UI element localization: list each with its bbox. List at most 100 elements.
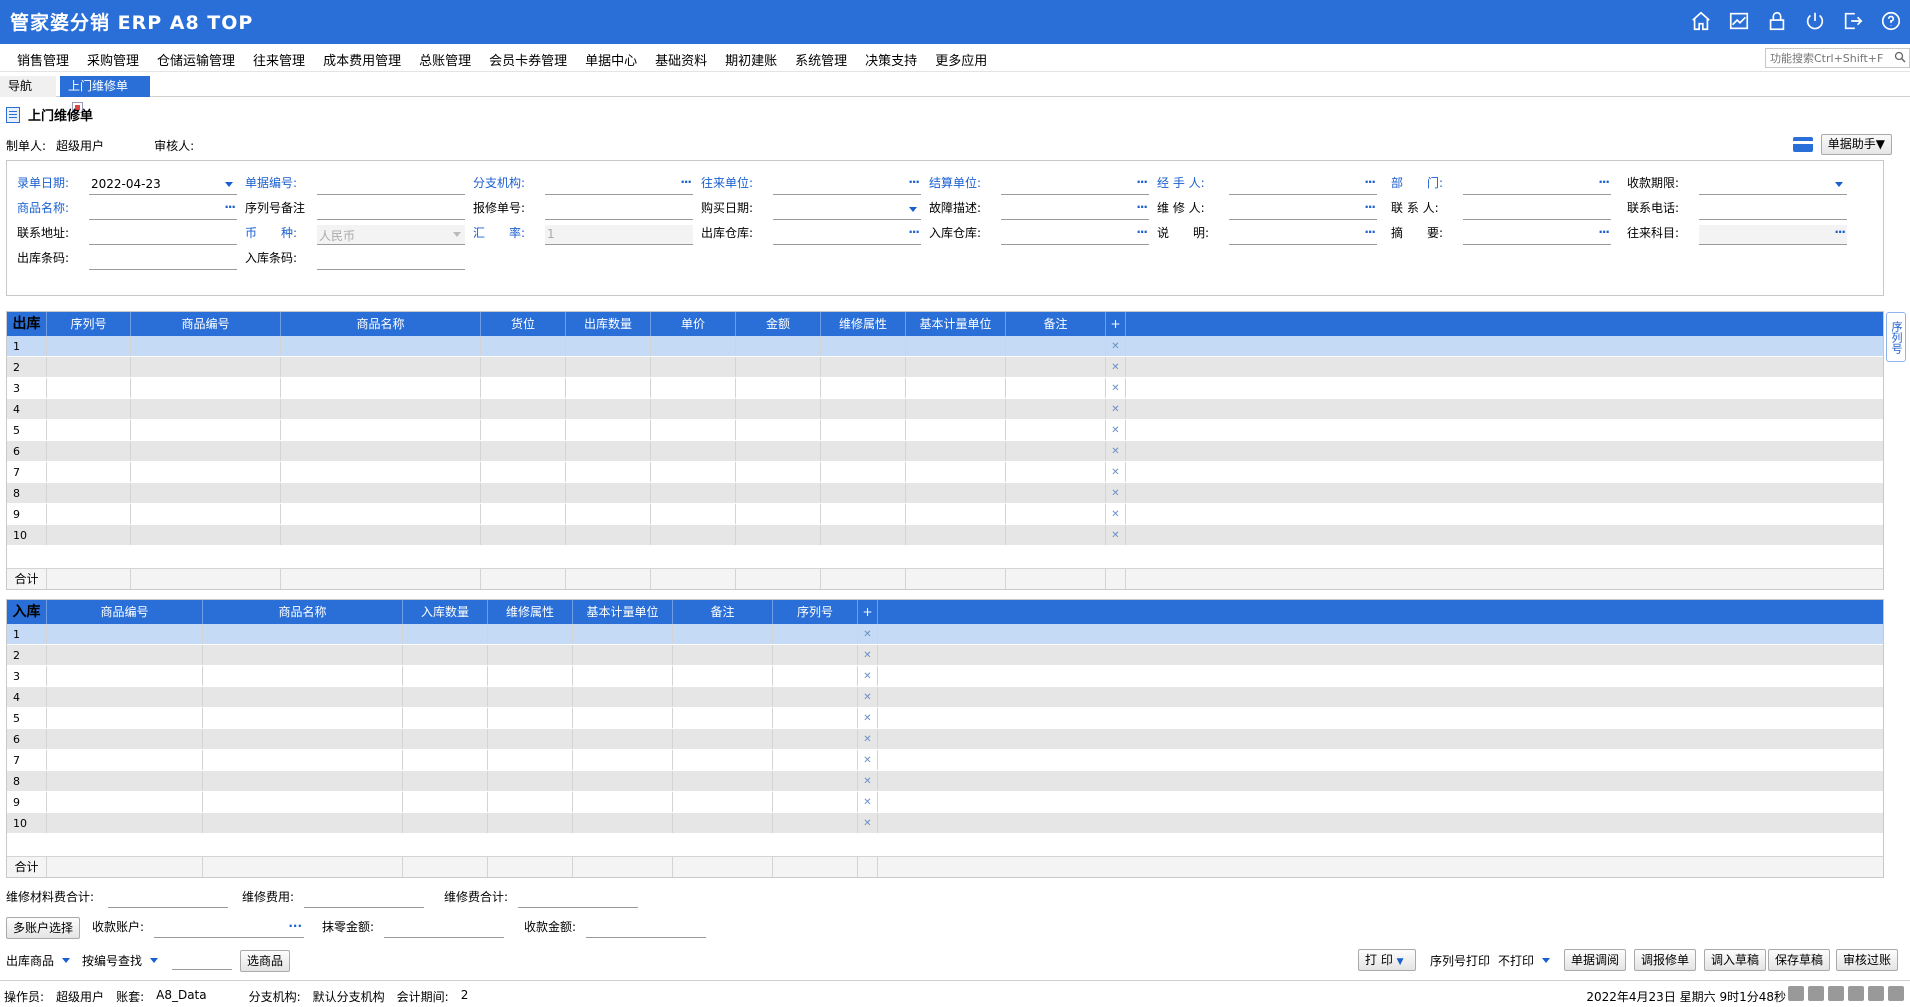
serial-print-dropdown[interactable]: 序列号打印 不打印 bbox=[1430, 952, 1551, 969]
delete-row-icon[interactable]: ✕ bbox=[858, 771, 878, 791]
table-cell[interactable] bbox=[566, 504, 651, 524]
table-row[interactable]: 7 ✕ bbox=[7, 750, 1883, 771]
field-input[interactable]: 2022-04-23 bbox=[89, 175, 237, 195]
select-goods-button[interactable]: 选商品 bbox=[240, 950, 291, 972]
table-cell[interactable] bbox=[906, 399, 1006, 419]
table-cell[interactable] bbox=[481, 525, 566, 545]
table-cell[interactable] bbox=[203, 792, 403, 812]
table-cell[interactable] bbox=[488, 687, 573, 707]
table-cell[interactable] bbox=[821, 399, 906, 419]
notes-icon[interactable] bbox=[1808, 986, 1824, 1001]
table-cell[interactable] bbox=[773, 729, 858, 749]
table-cell[interactable] bbox=[488, 708, 573, 728]
table-cell[interactable] bbox=[1006, 399, 1106, 419]
table-cell[interactable] bbox=[488, 666, 573, 686]
table-cell[interactable] bbox=[47, 708, 203, 728]
column-header[interactable]: 序列号 bbox=[773, 600, 858, 624]
table-cell[interactable] bbox=[673, 771, 773, 791]
chevron-down-icon[interactable] bbox=[225, 182, 233, 187]
table-cell[interactable] bbox=[203, 813, 403, 833]
table-cell[interactable] bbox=[488, 750, 573, 770]
table-row[interactable]: 9 ✕ bbox=[7, 792, 1883, 813]
table-cell[interactable] bbox=[47, 792, 203, 812]
table-cell[interactable] bbox=[651, 462, 736, 482]
table-cell[interactable] bbox=[481, 462, 566, 482]
table-cell[interactable] bbox=[488, 771, 573, 791]
material-total-input[interactable] bbox=[108, 890, 229, 908]
table-cell[interactable] bbox=[1006, 420, 1106, 440]
table-cell[interactable] bbox=[481, 441, 566, 461]
menu-item[interactable]: 往来管理 bbox=[244, 50, 314, 69]
table-cell[interactable] bbox=[673, 813, 773, 833]
column-header[interactable]: 序列号 bbox=[47, 312, 131, 336]
tab-repair-order[interactable]: 上门维修单 bbox=[60, 76, 150, 113]
table-cell[interactable] bbox=[47, 687, 203, 707]
lookup-icon[interactable]: ··· bbox=[1364, 200, 1376, 214]
table-cell[interactable] bbox=[488, 645, 573, 665]
table-cell[interactable] bbox=[203, 687, 403, 707]
table-cell[interactable] bbox=[651, 504, 736, 524]
table-cell[interactable] bbox=[906, 357, 1006, 377]
table-cell[interactable] bbox=[131, 378, 281, 398]
table-cell[interactable] bbox=[906, 336, 1006, 356]
field-input[interactable]: ··· bbox=[1001, 225, 1149, 245]
calendar-icon[interactable] bbox=[1828, 986, 1844, 1001]
repair-fee-input[interactable] bbox=[304, 890, 425, 908]
chevron-down-icon[interactable] bbox=[909, 207, 917, 212]
table-cell[interactable] bbox=[773, 624, 858, 644]
table-cell[interactable] bbox=[773, 750, 858, 770]
card-icon[interactable] bbox=[1792, 137, 1813, 152]
delete-row-icon[interactable]: ✕ bbox=[858, 666, 878, 686]
search-icon[interactable] bbox=[1894, 51, 1906, 63]
table-cell[interactable] bbox=[573, 624, 673, 644]
table-cell[interactable] bbox=[403, 729, 488, 749]
delete-row-icon[interactable]: ✕ bbox=[1106, 441, 1126, 461]
menu-item[interactable]: 决策支持 bbox=[856, 50, 926, 69]
field-input[interactable] bbox=[1699, 200, 1847, 220]
table-cell[interactable] bbox=[906, 441, 1006, 461]
table-cell[interactable] bbox=[566, 525, 651, 545]
menu-item[interactable]: 基础资料 bbox=[646, 50, 716, 69]
table-cell[interactable] bbox=[906, 504, 1006, 524]
receive-account-input[interactable]: ··· bbox=[154, 919, 305, 938]
table-cell[interactable] bbox=[673, 708, 773, 728]
field-input[interactable] bbox=[89, 225, 237, 245]
table-cell[interactable] bbox=[673, 750, 773, 770]
table-cell[interactable] bbox=[821, 483, 906, 503]
field-input[interactable]: ··· bbox=[1229, 225, 1377, 245]
table-cell[interactable] bbox=[203, 750, 403, 770]
lookup-icon[interactable]: ··· bbox=[1136, 225, 1148, 239]
grid-icon[interactable] bbox=[1848, 986, 1864, 1001]
field-input[interactable] bbox=[317, 200, 465, 220]
field-input[interactable]: ··· bbox=[773, 175, 921, 195]
audit-post-button[interactable]: 审核过账 bbox=[1836, 949, 1899, 971]
lookup-icon[interactable]: ··· bbox=[1136, 200, 1148, 214]
lookup-icon[interactable]: ··· bbox=[1598, 175, 1610, 189]
table-cell[interactable] bbox=[566, 420, 651, 440]
table-cell[interactable] bbox=[906, 378, 1006, 398]
table-cell[interactable] bbox=[1006, 525, 1106, 545]
table-cell[interactable] bbox=[736, 483, 821, 503]
table-cell[interactable] bbox=[47, 624, 203, 644]
table-cell[interactable] bbox=[906, 420, 1006, 440]
table-row[interactable]: 1 ✕ bbox=[7, 336, 1883, 357]
table-cell[interactable] bbox=[481, 357, 566, 377]
table-cell[interactable] bbox=[403, 645, 488, 665]
table-cell[interactable] bbox=[566, 441, 651, 461]
column-header[interactable]: 基本计量单位 bbox=[573, 600, 673, 624]
menu-item[interactable]: 更多应用 bbox=[926, 50, 996, 69]
table-cell[interactable] bbox=[651, 336, 736, 356]
table-cell[interactable] bbox=[131, 399, 281, 419]
column-header[interactable]: 商品名称 bbox=[203, 600, 403, 624]
column-header[interactable]: 出库数量 bbox=[566, 312, 651, 336]
table-cell[interactable] bbox=[281, 357, 481, 377]
delete-row-icon[interactable]: ✕ bbox=[858, 624, 878, 644]
field-input[interactable] bbox=[1463, 200, 1611, 220]
table-cell[interactable] bbox=[131, 525, 281, 545]
table-cell[interactable] bbox=[403, 750, 488, 770]
table-cell[interactable] bbox=[47, 771, 203, 791]
table-row[interactable]: 4 ✕ bbox=[7, 399, 1883, 420]
table-cell[interactable] bbox=[1006, 462, 1106, 482]
delete-row-icon[interactable]: ✕ bbox=[1106, 483, 1126, 503]
table-cell[interactable] bbox=[773, 687, 858, 707]
